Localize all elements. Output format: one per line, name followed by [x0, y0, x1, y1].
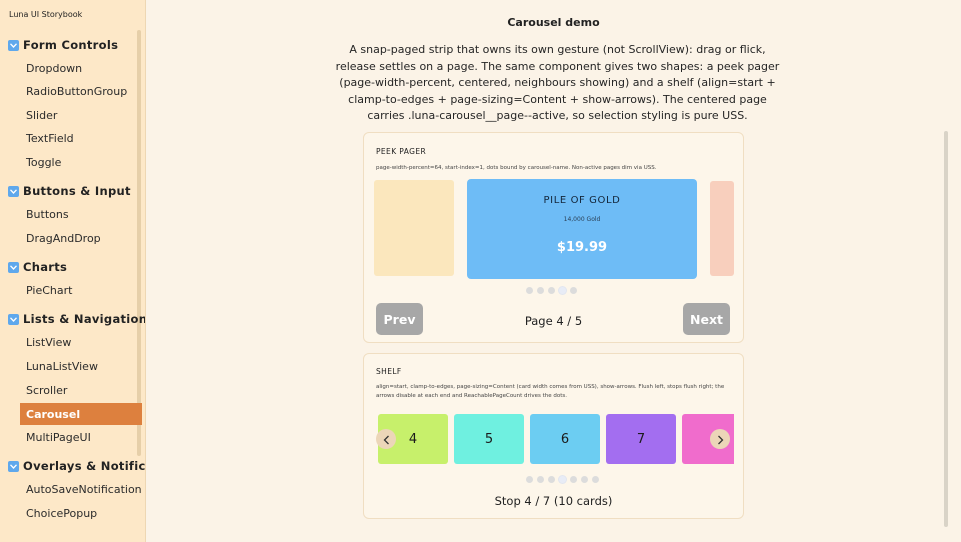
- sidebar-item-piechart[interactable]: PieChart: [26, 284, 72, 297]
- shelf-item-7[interactable]: 7: [606, 414, 676, 464]
- page-title: Carousel demo: [507, 16, 600, 29]
- sidebar-item-buttons[interactable]: Buttons: [26, 208, 69, 221]
- peek-page-dots: [526, 287, 577, 294]
- group-label: Overlays & Notifica: [23, 459, 146, 473]
- sidebar-item-scroller[interactable]: Scroller: [26, 384, 67, 397]
- page-dot[interactable]: [559, 476, 566, 483]
- group-label: Lists & Navigation: [23, 312, 146, 326]
- page-card-subtitle: 14,000 Gold: [563, 216, 601, 223]
- group-label: Form Controls: [23, 38, 119, 52]
- sidebar-item-slider[interactable]: Slider: [26, 109, 57, 122]
- page-dot[interactable]: [581, 476, 588, 483]
- group-charts[interactable]: Charts: [8, 260, 67, 274]
- peek-description: page-width-percent=64, start-index=1, do…: [376, 165, 657, 171]
- page-dot[interactable]: [537, 287, 544, 294]
- sidebar-item-dropdown[interactable]: Dropdown: [26, 62, 82, 75]
- sidebar-item-choicepopup[interactable]: ChoicePopup: [26, 507, 97, 520]
- main-scrollbar[interactable]: [944, 131, 948, 527]
- sidebar-item-lunalistview[interactable]: LunaListView: [26, 360, 98, 373]
- peek-heading: PEEK PAGER: [376, 147, 427, 156]
- chevron-down-icon: [8, 39, 19, 51]
- page-dot[interactable]: [570, 476, 577, 483]
- peek-pager-card: PEEK PAGER page-width-percent=64, start-…: [363, 132, 744, 343]
- page-card-title: PILE OF GOLD: [543, 195, 621, 206]
- sidebar-item-listview[interactable]: ListView: [26, 336, 71, 349]
- page-dot[interactable]: [526, 287, 533, 294]
- shelf-item-6[interactable]: 6: [530, 414, 600, 464]
- sidebar-item-radiobuttongroup[interactable]: RadioButtonGroup: [26, 85, 127, 98]
- shelf-description: align=start, clamp-to-edges, page-sizing…: [376, 384, 725, 399]
- group-overlays-notifications[interactable]: Overlays & Notifica: [8, 459, 146, 473]
- shelf-prev-arrow[interactable]: [376, 429, 396, 449]
- sidebar: Luna UI Storybook Form Controls Dropdown…: [0, 0, 146, 542]
- group-form-controls[interactable]: Form Controls: [8, 38, 118, 52]
- sidebar-item-autosavenotification[interactable]: AutoSaveNotification: [26, 483, 142, 496]
- shelf-card: SHELF align=start, clamp-to-edges, page-…: [363, 353, 744, 519]
- page-dot[interactable]: [548, 287, 555, 294]
- page-dot[interactable]: [537, 476, 544, 483]
- chevron-down-icon: [8, 185, 19, 197]
- page-card-price: $19.99: [556, 240, 608, 255]
- carousel-page-active[interactable]: PILE OF GOLD 14,000 Gold $19.99: [467, 179, 697, 279]
- group-label: Buttons & Input: [23, 184, 131, 198]
- group-lists-navigation[interactable]: Lists & Navigation: [8, 312, 146, 326]
- sidebar-item-carousel[interactable]: Carousel: [20, 403, 142, 425]
- sidebar-item-textfield[interactable]: TextField: [26, 132, 74, 145]
- chevron-right-icon: [717, 430, 724, 449]
- chevron-left-icon: [383, 430, 390, 449]
- stop-indicator: Stop 4 / 7 (10 cards): [494, 494, 613, 508]
- shelf-next-arrow[interactable]: [710, 429, 730, 449]
- shelf-page-dots: [526, 476, 599, 483]
- page-dot[interactable]: [592, 476, 599, 483]
- next-button[interactable]: Next: [683, 303, 730, 335]
- group-label: Charts: [23, 260, 68, 274]
- group-buttons-input[interactable]: Buttons & Input: [8, 184, 131, 198]
- page-dot[interactable]: [526, 476, 533, 483]
- sidebar-item-draganddrop[interactable]: DragAndDrop: [26, 232, 101, 245]
- shelf-item-5[interactable]: 5: [454, 414, 524, 464]
- carousel-page-next[interactable]: [710, 181, 734, 276]
- sidebar-item-multipageui[interactable]: MultiPageUI: [26, 431, 91, 444]
- sidebar-scrollbar[interactable]: [137, 30, 141, 456]
- sidebar-item-toggle[interactable]: Toggle: [26, 156, 61, 169]
- page-description: A snap-paged strip that owns its own ges…: [335, 43, 780, 122]
- chevron-down-icon: [8, 460, 19, 472]
- shelf-heading: SHELF: [376, 367, 402, 376]
- page-dot[interactable]: [570, 287, 577, 294]
- chevron-down-icon: [8, 313, 19, 325]
- carousel-page-prev[interactable]: [374, 180, 454, 276]
- page-dot[interactable]: [559, 287, 566, 294]
- page-dot[interactable]: [548, 476, 555, 483]
- chevron-down-icon: [8, 261, 19, 273]
